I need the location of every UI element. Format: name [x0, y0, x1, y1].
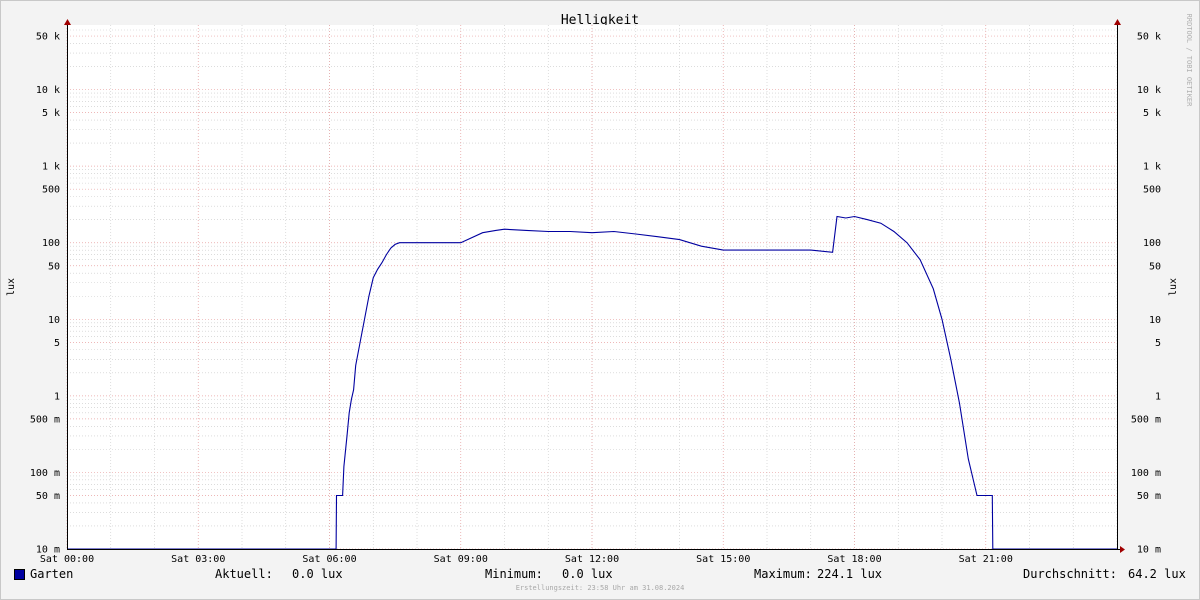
- footer-timestamp: Erstellungszeit: 23:58 Uhr am 31.08.2024: [515, 584, 685, 592]
- y-tick-label-right: 1: [1155, 391, 1161, 402]
- y-tick-label-right: 50 m: [1137, 491, 1161, 502]
- plot-area: [67, 25, 1118, 550]
- y-tick-label-right: 1 k: [1143, 162, 1161, 173]
- minimum-value: 0.0 lux: [562, 567, 613, 581]
- y-tick-labels-left: 10 m 50 m 100 m 500 m 1 5 10 50 100 500 1 k 5 k 10 k…: [30, 32, 60, 556]
- x-tick-label: Sat 03:00: [171, 554, 225, 565]
- y-tick-label-right: 5: [1155, 338, 1161, 349]
- y-tick-label-left: 1 k: [42, 162, 60, 173]
- legend-series-name: Garten: [30, 567, 74, 581]
- y-tick-label-right: 10: [1149, 315, 1161, 326]
- y-tick-label-right: 50 k: [1137, 32, 1161, 43]
- average-label: Durchschnitt:: [1023, 567, 1117, 581]
- y-tick-label-left: 50 m: [36, 491, 60, 502]
- x-tick-label: Sat 18:00: [827, 554, 881, 565]
- y-axis-arrow-icon: [64, 19, 71, 25]
- x-axis-arrow-icon: [1120, 546, 1125, 553]
- minimum-label: Minimum:: [485, 567, 543, 581]
- y-tick-label-left: 1: [54, 391, 60, 402]
- x-tick-label: Sat 15:00: [696, 554, 750, 565]
- chart-svg: Helligkeit Sat 00:00 Sat 03:00 Sat 06:00 Sa…: [6, 13, 1193, 565]
- y-tick-label-right: 500 m: [1131, 414, 1161, 425]
- y-tick-label-left: 500: [42, 185, 60, 196]
- y-tick-labels-right: 10 m 50 m 100 m 500 m 1 5 10 50 100 500 1 k 5 k 10 k…: [1131, 32, 1161, 556]
- y-tick-label-left: 100 m: [30, 468, 60, 479]
- y-axis-label-right: lux: [1168, 278, 1179, 296]
- y-tick-label-left: 50: [48, 261, 60, 272]
- x-tick-label: Sat 21:00: [959, 554, 1013, 565]
- y-axis-label-left: lux: [6, 278, 17, 296]
- y-tick-label-right: 50: [1149, 261, 1161, 272]
- maximum-value: 224.1 lux: [817, 567, 883, 581]
- x-tick-label: Sat 00:00: [40, 554, 94, 565]
- current-value: 0.0 lux: [292, 567, 343, 581]
- y-axis-right-arrow-icon: [1114, 19, 1121, 25]
- x-tick-label: Sat 06:00: [302, 554, 356, 565]
- watermark: RRDTOOL / TOBI OETIKER: [1185, 14, 1193, 108]
- y-tick-label-left: 500 m: [30, 414, 60, 425]
- y-tick-label-right: 10 m: [1137, 545, 1161, 556]
- y-tick-label-left: 100: [42, 238, 60, 249]
- x-tick-labels: Sat 00:00 Sat 03:00 Sat 06:00 Sat 09:00 Sat …: [40, 554, 1013, 565]
- x-tick-label: Sat 12:00: [565, 554, 619, 565]
- y-tick-label-left: 50 k: [36, 32, 60, 43]
- y-tick-label-right: 5 k: [1143, 108, 1161, 119]
- y-tick-label-left: 10 m: [36, 545, 60, 556]
- y-tick-label-left: 5 k: [42, 108, 60, 119]
- y-tick-label-right: 10 k: [1137, 85, 1161, 96]
- legend-swatch: [14, 569, 25, 580]
- y-tick-label-right: 100: [1143, 238, 1161, 249]
- maximum-label: Maximum:: [754, 567, 812, 581]
- y-tick-label-right: 100 m: [1131, 468, 1161, 479]
- y-tick-label-left: 5: [54, 338, 60, 349]
- y-tick-label-left: 10 k: [36, 85, 60, 96]
- y-tick-label-right: 500: [1143, 185, 1161, 196]
- current-label: Aktuell:: [215, 567, 273, 581]
- average-value: 64.2 lux: [1128, 567, 1186, 581]
- y-tick-label-left: 10: [48, 315, 60, 326]
- x-tick-label: Sat 09:00: [434, 554, 488, 565]
